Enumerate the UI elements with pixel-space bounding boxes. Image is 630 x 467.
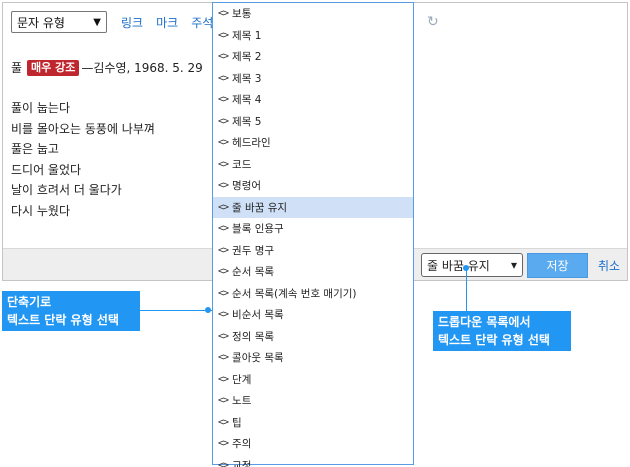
dropdown-option-label: 코드: [232, 158, 252, 171]
callout-dropdown: 드롭다운 목록에서 텍스트 단락 유형 선택: [433, 311, 571, 351]
angle-brackets-icon: <>: [218, 29, 229, 41]
callout-dropdown-line: 텍스트 단락 유형 선택: [438, 333, 550, 347]
redo-icon[interactable]: ↻: [427, 14, 439, 30]
dropdown-option-label: 권두 명구: [232, 244, 275, 257]
chevron-down-icon: ▾: [510, 258, 517, 272]
text-type-select-value: 문자 유형: [17, 15, 65, 30]
cancel-button[interactable]: 취소: [598, 257, 620, 274]
dropdown-option[interactable]: <> 보통: [213, 3, 413, 25]
dropdown-option[interactable]: <> 비순서 목록: [213, 304, 413, 326]
angle-brackets-icon: <>: [218, 244, 229, 256]
angle-brackets-icon: <>: [218, 72, 229, 84]
leader-dot-right: [463, 265, 469, 271]
angle-brackets-icon: <>: [218, 201, 229, 213]
dropdown-option[interactable]: <> 줄 바꿈 유지: [213, 196, 413, 218]
dropdown-option[interactable]: <> 제목 5: [213, 111, 413, 133]
dropdown-option-label: 블록 인용구: [232, 223, 284, 236]
annotation-button[interactable]: 주석: [191, 14, 213, 31]
angle-brackets-icon: <>: [218, 180, 229, 192]
dropdown-option-label: 헤드라인: [232, 137, 271, 150]
poem-title: 풀: [11, 60, 23, 75]
callout-shortcut-line: 텍스트 단락 유형 선택: [7, 313, 119, 327]
angle-brackets-icon: <>: [218, 416, 229, 428]
dropdown-option[interactable]: <> 순서 목록(계속 번호 매기기): [213, 283, 413, 305]
text-type-select[interactable]: 문자 유형 ▼: [11, 11, 107, 33]
dropdown-option-label: 정의 목록: [232, 330, 275, 343]
dropdown-option-label: 순서 목록: [232, 266, 275, 279]
paragraph-type-select[interactable]: 줄 바꿈 유지 ▾: [421, 253, 523, 277]
save-button[interactable]: 저장: [527, 253, 588, 278]
dropdown-option[interactable]: <> 단계: [213, 369, 413, 391]
dropdown-option-label: 제목 4: [232, 94, 262, 107]
callout-shortcut-line: 단축기로: [7, 295, 52, 309]
angle-brackets-icon: <>: [218, 459, 229, 467]
angle-brackets-icon: <>: [218, 330, 229, 342]
dropdown-option[interactable]: <> 팁: [213, 412, 413, 434]
dropdown-option[interactable]: <> 제목 4: [213, 89, 413, 111]
dropdown-option-label: 주의: [232, 438, 252, 451]
dropdown-option[interactable]: <> 코드: [213, 154, 413, 176]
angle-brackets-icon: <>: [218, 438, 229, 450]
angle-brackets-icon: <>: [218, 373, 229, 385]
angle-brackets-icon: <>: [218, 309, 229, 321]
dropdown-option[interactable]: <> 정의 목록: [213, 326, 413, 348]
leader-dot-left: [205, 307, 211, 313]
dropdown-option-label: 교정: [232, 459, 252, 467]
poem-attribution: —김수영, 1968. 5. 29: [81, 60, 203, 75]
angle-brackets-icon: <>: [218, 266, 229, 278]
mark-button[interactable]: 마크: [156, 14, 178, 31]
angle-brackets-icon: <>: [218, 352, 229, 364]
callout-dropdown-line: 드롭다운 목록에서: [438, 315, 531, 329]
angle-brackets-icon: <>: [218, 51, 229, 63]
leader-line-left: [140, 310, 212, 311]
paragraph-type-select-value: 줄 바꿈 유지: [427, 258, 490, 273]
leader-line-right: [466, 268, 467, 311]
dropdown-option[interactable]: <> 블록 인용구: [213, 218, 413, 240]
dropdown-option-label: 제목 2: [232, 51, 262, 64]
dropdown-option-label: 줄 바꿈 유지: [232, 201, 288, 214]
angle-brackets-icon: <>: [218, 137, 229, 149]
dropdown-option-label: 보통: [232, 8, 252, 21]
dropdown-option-label: 콜아웃 목록: [232, 352, 284, 365]
dropdown-option[interactable]: <> 제목 2: [213, 46, 413, 68]
dropdown-option[interactable]: <> 교정: [213, 455, 413, 467]
dropdown-option[interactable]: <> 제목 3: [213, 68, 413, 90]
dropdown-option-label: 제목 1: [232, 29, 262, 42]
dropdown-option-label: 팁: [232, 416, 242, 429]
strong-emphasis-badge: 매우 강조: [27, 60, 80, 76]
angle-brackets-icon: <>: [218, 115, 229, 127]
callout-shortcut: 단축기로 텍스트 단락 유형 선택: [2, 291, 140, 331]
angle-brackets-icon: <>: [218, 8, 229, 20]
dropdown-option[interactable]: <> 노트: [213, 390, 413, 412]
dropdown-option-label: 단계: [232, 373, 252, 386]
link-button[interactable]: 링크: [121, 14, 143, 31]
dropdown-option[interactable]: <> 주의: [213, 433, 413, 455]
paragraph-type-dropdown-list[interactable]: <> 보통 <> 제목 1 <> 제목 2 <> 제목 3 <> 제목 4 <> 제목 5 <> 헤드라인…: [212, 2, 414, 467]
dropdown-option[interactable]: <> 헤드라인: [213, 132, 413, 154]
dropdown-option[interactable]: <> 콜아웃 목록: [213, 347, 413, 369]
dropdown-option-label: 제목 3: [232, 72, 262, 85]
dropdown-option-label: 노트: [232, 395, 252, 408]
angle-brackets-icon: <>: [218, 94, 229, 106]
chevron-down-icon: ▼: [93, 16, 101, 28]
dropdown-option[interactable]: <> 제목 1: [213, 25, 413, 47]
angle-brackets-icon: <>: [218, 287, 229, 299]
dropdown-option[interactable]: <> 명령어: [213, 175, 413, 197]
dropdown-option-label: 비순서 목록: [232, 309, 284, 322]
dropdown-option[interactable]: <> 권두 명구: [213, 240, 413, 262]
angle-brackets-icon: <>: [218, 158, 229, 170]
dropdown-option-label: 제목 5: [232, 115, 262, 128]
dropdown-option-label: 명령어: [232, 180, 262, 193]
dropdown-option[interactable]: <> 순서 목록: [213, 261, 413, 283]
angle-brackets-icon: <>: [218, 223, 229, 235]
angle-brackets-icon: <>: [218, 395, 229, 407]
dropdown-option-label: 순서 목록(계속 번호 매기기): [232, 287, 357, 300]
